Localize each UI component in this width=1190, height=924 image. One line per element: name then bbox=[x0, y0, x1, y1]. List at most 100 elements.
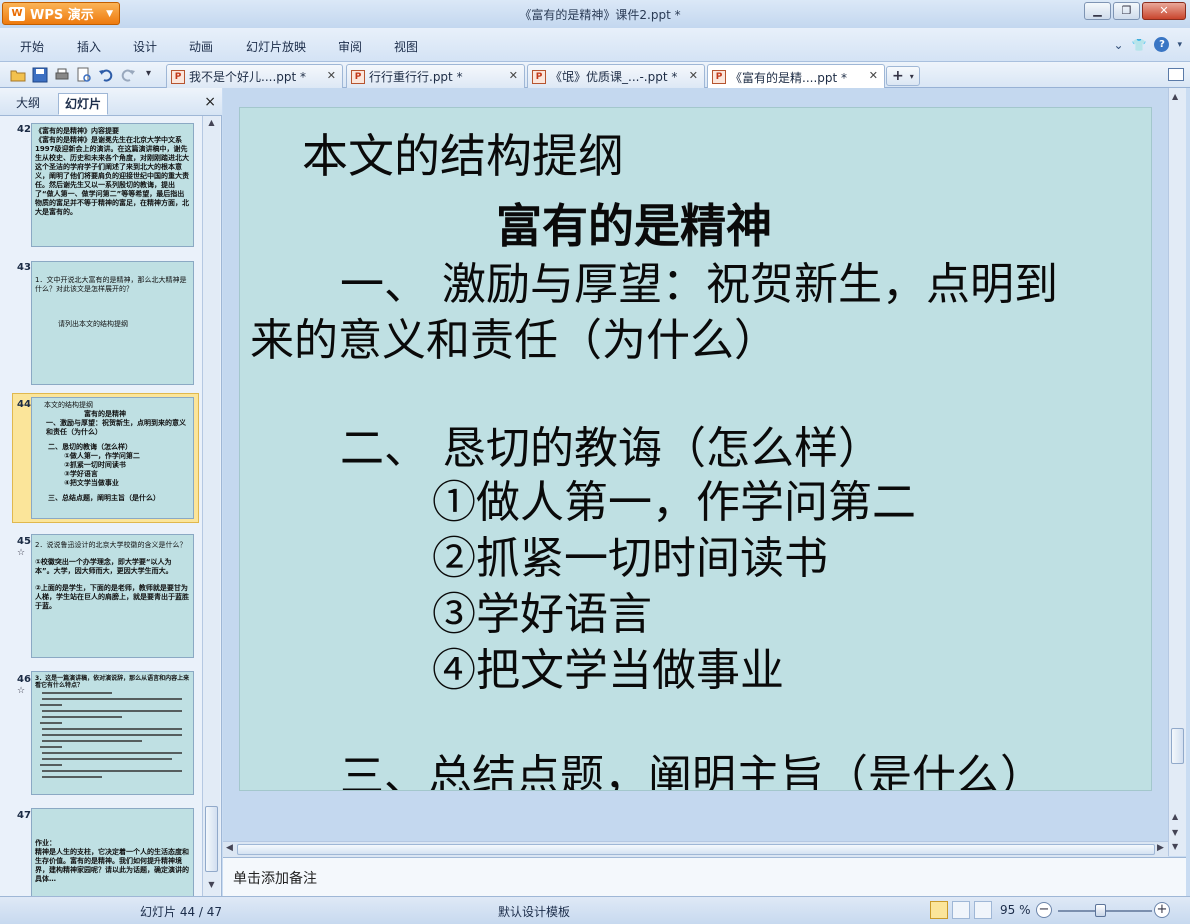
skin-shirt-icon[interactable]: 👕 bbox=[1132, 38, 1147, 52]
thumb-text: 2．说说鲁迅设计的北京大学校徽的含义是什么？ bbox=[35, 541, 187, 549]
next-slide-icon[interactable]: ▼ bbox=[1172, 842, 1178, 851]
slideshow-view-button[interactable] bbox=[974, 901, 992, 919]
close-window-button[interactable]: ✕ bbox=[1142, 2, 1186, 20]
help-dropdown-icon[interactable]: ▾ bbox=[1177, 40, 1182, 50]
scroll-left-icon[interactable]: ◀ bbox=[226, 843, 233, 853]
thumb-text: 请列出本文的结构提纲 bbox=[58, 320, 128, 328]
minimize-button[interactable]: ▁ bbox=[1084, 2, 1111, 20]
menu-item-animation[interactable]: 动画 bbox=[189, 38, 213, 55]
scrollbar-thumb[interactable] bbox=[237, 844, 1155, 855]
customize-toolbar-icon[interactable]: ▾ bbox=[146, 68, 162, 84]
close-tab-icon[interactable]: ✕ bbox=[869, 69, 878, 82]
panel-tabs: 大纲 幻灯片 × bbox=[0, 88, 222, 116]
thumbnail-slide-46[interactable]: 3．这是一篇演讲稿，依对演说辞，那么从语言和内容上来看它有什么特点？ bbox=[31, 671, 194, 795]
menu-item-design[interactable]: 设计 bbox=[133, 38, 157, 55]
save-icon[interactable] bbox=[32, 67, 48, 83]
thumb-number: 47 bbox=[17, 810, 31, 821]
animation-star-icon: ☆ bbox=[17, 548, 26, 558]
redo-icon[interactable] bbox=[120, 67, 136, 83]
thumbnail-slide-42[interactable]: 《富有的是精神》内容提要 《富有的是精神》是谢冕先生在北京大学中文系1997级迎… bbox=[31, 123, 194, 247]
horizontal-scrollbar[interactable]: ◀ ▶ bbox=[223, 841, 1168, 857]
slide-heading: 本文的结构提纲 bbox=[302, 129, 624, 183]
scrollbar-thumb[interactable] bbox=[1171, 728, 1184, 764]
thumb-text: 本文的结构提纲 bbox=[44, 401, 93, 409]
thumb-text: 作业： bbox=[35, 839, 56, 847]
scrollbar-thumb[interactable] bbox=[205, 806, 218, 872]
scroll-right-icon[interactable]: ▶ bbox=[1157, 843, 1164, 853]
template-name[interactable]: 默认设计模板 bbox=[498, 903, 570, 920]
tab-outline[interactable]: 大纲 bbox=[10, 93, 46, 115]
chevron-down-icon: ▾ bbox=[909, 71, 914, 81]
close-panel-icon[interactable]: × bbox=[204, 94, 216, 110]
section2-point-3: ③学好语言 bbox=[432, 589, 652, 640]
doc-tab-2[interactable]: P 行行重行行.ppt * ✕ bbox=[346, 64, 525, 88]
close-tab-icon[interactable]: ✕ bbox=[509, 69, 518, 82]
menu-item-home[interactable]: 开始 bbox=[20, 38, 44, 55]
section2-point-2: ②抓紧一切时间读书 bbox=[432, 533, 828, 584]
thumbnail-slide-43[interactable]: 1．文中开说北大富有的是精神，那么北大精神是什么？对此该文是怎样展开的？ 请列出… bbox=[31, 261, 194, 385]
close-tab-icon[interactable]: ✕ bbox=[689, 69, 698, 82]
thumb-text: 精神是人生的支柱，它决定着一个人的生活态度和生存价值。富有的是精神。我们如何提升… bbox=[35, 848, 189, 883]
chevron-down-icon: ▼ bbox=[106, 8, 113, 19]
wps-app-menu-button[interactable]: W WPS 演示 ▼ bbox=[2, 2, 120, 25]
thumb-number: 46 bbox=[17, 674, 31, 685]
notes-pane[interactable]: 单击添加备注 bbox=[223, 857, 1186, 896]
window-layout-icon[interactable] bbox=[1168, 68, 1184, 81]
slide-sorter-view-button[interactable] bbox=[952, 901, 970, 919]
dense-text-lines bbox=[40, 692, 182, 778]
doc-tab-3[interactable]: P 《氓》优质课_...-.ppt * ✕ bbox=[527, 64, 705, 88]
tab-slides[interactable]: 幻灯片 bbox=[58, 93, 109, 115]
notes-placeholder[interactable]: 单击添加备注 bbox=[233, 868, 317, 888]
thumbnail-slide-45[interactable]: 2．说说鲁迅设计的北京大学校徽的含义是什么？ ①校徽突出一个办学理念，即大学要“… bbox=[31, 534, 194, 658]
status-bar: 幻灯片 44 / 47 默认设计模板 95 % − + bbox=[0, 896, 1190, 924]
thumbnail-scrollbar[interactable]: ▲ ▼ bbox=[202, 116, 220, 896]
scroll-down-icon[interactable]: ▼ bbox=[1172, 828, 1178, 837]
current-slide[interactable]: 本文的结构提纲 富有的是精神 一、 激励与厚望：祝贺新生，点明到 来的意义和责任… bbox=[239, 107, 1152, 791]
doc-tab-4-active[interactable]: P 《富有的是精....ppt * ✕ bbox=[707, 64, 885, 89]
doc-tab-label: 《富有的是精....ppt * bbox=[730, 70, 848, 85]
menu-item-insert[interactable]: 插入 bbox=[77, 38, 101, 55]
maximize-button[interactable]: ❐ bbox=[1113, 2, 1140, 20]
menu-item-view[interactable]: 视图 bbox=[394, 38, 418, 55]
open-folder-icon[interactable] bbox=[10, 67, 26, 83]
scroll-up-icon[interactable]: ▲ bbox=[205, 118, 218, 131]
slides-panel: 大纲 幻灯片 × 42 《富有的是精神》内容提要 《富有的是精神》是谢冕先生在北… bbox=[0, 88, 222, 896]
normal-view-button[interactable] bbox=[930, 901, 948, 919]
slide-counter: 幻灯片 44 / 47 bbox=[140, 905, 223, 919]
wps-logo-icon: W bbox=[9, 6, 25, 21]
new-tab-button[interactable]: + ▾ bbox=[886, 66, 920, 86]
slide-scrollbar[interactable]: ▲ ▲ ▼ ▼ bbox=[1168, 88, 1186, 856]
print-icon[interactable] bbox=[54, 67, 70, 83]
window-controls: ▁ ❐ ✕ bbox=[1084, 2, 1186, 20]
section2-point-1: ①做人第一，作学问第二 bbox=[432, 477, 916, 528]
thumb-number: 45 bbox=[17, 536, 31, 547]
scroll-up-icon[interactable]: ▲ bbox=[1172, 812, 1178, 821]
close-tab-icon[interactable]: ✕ bbox=[327, 69, 336, 82]
doc-tab-1[interactable]: P 我不是个好儿....ppt * ✕ bbox=[166, 64, 343, 88]
doc-tab-label: 我不是个好儿....ppt * bbox=[189, 70, 307, 84]
scroll-up-icon[interactable]: ▲ bbox=[1172, 92, 1178, 101]
ppt-file-icon: P bbox=[171, 69, 185, 84]
ppt-file-icon: P bbox=[351, 69, 365, 84]
zoom-in-button[interactable]: + bbox=[1154, 902, 1170, 918]
menu-item-slideshow[interactable]: 幻灯片放映 bbox=[246, 38, 306, 55]
thumb-text: 一、激励与厚望：祝贺新生，点明到来的意义和责任（为什么） bbox=[46, 419, 186, 436]
thumbnail-slide-44[interactable]: 本文的结构提纲 富有的是精神 一、激励与厚望：祝贺新生，点明到来的意义和责任（为… bbox=[31, 397, 194, 519]
thumb-text: ①校徽突出一个办学理念，即大学要“以人为本”。大学，因大师而大，更因大学生而大。 bbox=[35, 558, 173, 575]
undo-icon[interactable] bbox=[98, 67, 114, 83]
thumbnail-slide-47[interactable]: 作业： 精神是人生的支柱，它决定着一个人的生活态度和生存价值。富有的是精神。我们… bbox=[31, 808, 194, 896]
doc-tab-label: 《氓》优质课_...-.ppt * bbox=[550, 70, 678, 84]
thumb-text: ②上面的是学生，下面的是老师，教师就是要甘为人梯，学生站在巨人的肩膀上，就是要青… bbox=[35, 584, 189, 610]
section1-line1: 一、 激励与厚望：祝贺新生，点明到 bbox=[340, 259, 1058, 310]
animation-star-icon: ☆ bbox=[17, 686, 26, 696]
zoom-slider-thumb[interactable] bbox=[1095, 904, 1106, 917]
print-preview-icon[interactable] bbox=[76, 67, 92, 83]
thumb-text: 1．文中开说北大富有的是精神，那么北大精神是什么？对此该文是怎样展开的？ bbox=[35, 276, 187, 293]
zoom-out-button[interactable]: − bbox=[1036, 902, 1052, 918]
collapse-ribbon-icon[interactable]: ⌄ bbox=[1113, 38, 1123, 52]
menu-item-review[interactable]: 审阅 bbox=[338, 38, 362, 55]
thumb-number: 42 bbox=[17, 124, 31, 135]
help-icon[interactable]: ? bbox=[1154, 37, 1170, 52]
thumb-text: 《富有的是精神》是谢冕先生在北京大学中文系1997级迎新会上的演讲。在这篇演讲稿… bbox=[35, 136, 189, 216]
scroll-down-icon[interactable]: ▼ bbox=[205, 880, 218, 893]
